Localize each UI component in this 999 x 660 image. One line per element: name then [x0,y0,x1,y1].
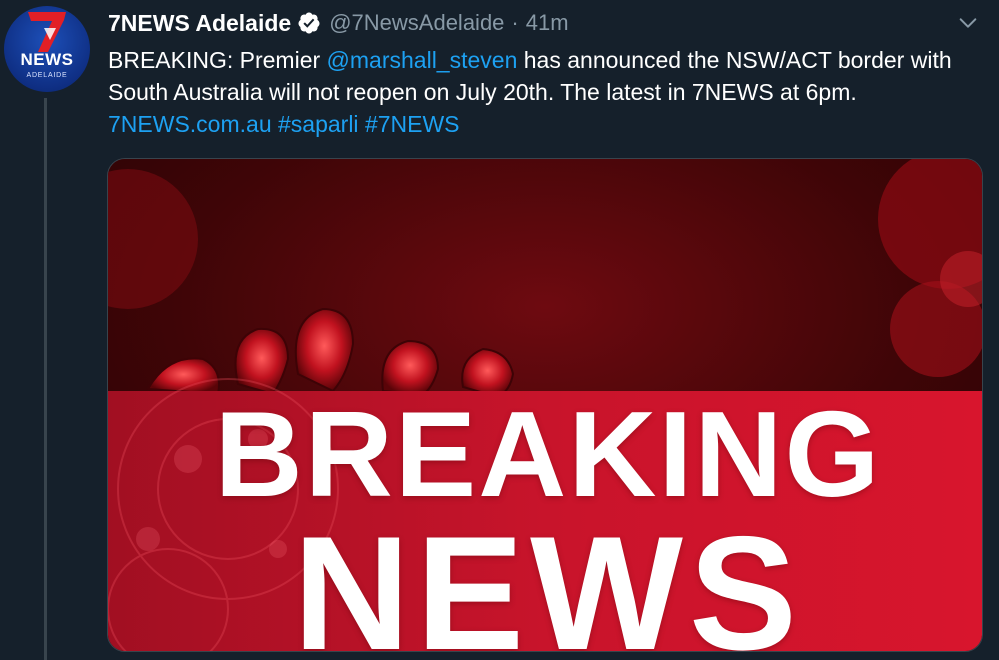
verified-badge-icon [298,12,320,34]
media-headline-news: NEWS [293,503,803,652]
display-name[interactable]: 7NEWS Adelaide [108,10,291,37]
handle[interactable]: @7NewsAdelaide [329,10,504,36]
hashtag-link[interactable]: #7NEWS [365,111,460,137]
tweet-text-segment: BREAKING: Premier [108,47,327,73]
media-headline-breaking: BREAKING [214,386,882,522]
tweet[interactable]: NEWS ADELAIDE 7NEWS Adelaide @7NewsAdela… [0,0,999,660]
avatar-column: NEWS ADELAIDE [0,0,98,660]
mention-link[interactable]: @marshall_steven [327,47,518,73]
tweet-header: 7NEWS Adelaide @7NewsAdelaide · 41m [108,8,979,38]
avatar-logo-text: NEWS [20,50,74,69]
tweet-media-image[interactable]: BREAKING NEWS [107,158,983,652]
chevron-down-icon[interactable] [957,12,979,34]
seven-logo-icon [28,12,66,52]
timestamp[interactable]: 41m [526,10,569,36]
avatar-city-text: ADELAIDE [26,72,68,79]
url-link[interactable]: 7NEWS.com.au [108,111,272,137]
hashtag-link[interactable]: #saparli [278,111,359,137]
avatar[interactable]: NEWS ADELAIDE [4,6,90,92]
separator-dot: · [511,10,519,35]
thread-line [44,98,47,660]
tweet-text: BREAKING: Premier @marshall_steven has a… [108,44,968,140]
